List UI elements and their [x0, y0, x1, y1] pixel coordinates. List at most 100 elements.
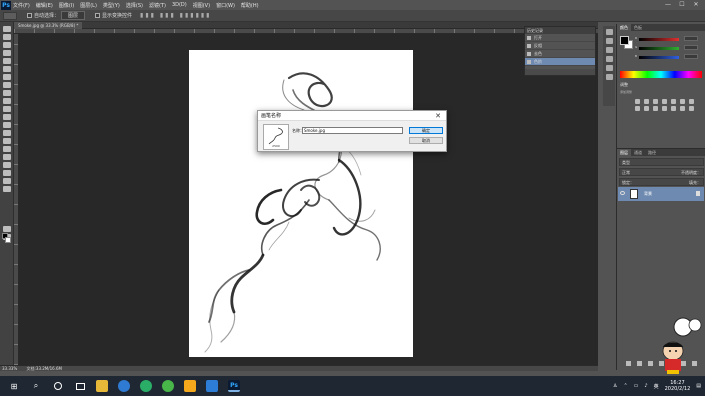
quick-select-tool-icon[interactable] [2, 50, 11, 56]
photoshop-taskbar-icon[interactable]: Ps [226, 378, 242, 394]
add-mask-icon[interactable] [648, 361, 653, 366]
gradient-map-adjust-icon[interactable] [689, 106, 694, 111]
edit-toolbar-icon[interactable] [2, 186, 11, 192]
posterize-adjust-icon[interactable] [671, 106, 676, 111]
character-panel-icon[interactable] [605, 56, 613, 62]
blur-tool-icon[interactable] [2, 122, 11, 128]
fill-label[interactable]: 填充： [689, 179, 701, 186]
menu-window[interactable]: 窗口(W) [216, 2, 235, 9]
show-transform-checkbox[interactable] [95, 13, 101, 18]
blue-value-field[interactable] [684, 54, 698, 59]
foreground-color-chip[interactable] [620, 36, 629, 45]
history-item-selected[interactable]: 色阶 [525, 58, 595, 66]
history-item[interactable]: 反相 [525, 42, 595, 50]
properties-panel-icon[interactable] [605, 38, 613, 44]
store-app-icon[interactable] [204, 378, 220, 394]
green-value-field[interactable] [684, 45, 698, 50]
cancel-button[interactable]: 取消 [409, 137, 443, 144]
layer-background[interactable]: 背景 [618, 187, 704, 201]
quick-mask-icon[interactable] [2, 226, 11, 232]
move-tool-preset-button[interactable] [3, 11, 17, 20]
hand-tool-icon[interactable] [2, 170, 11, 176]
photo-filter-adjust-icon[interactable] [644, 106, 649, 111]
menu-select[interactable]: 选择(S) [126, 2, 143, 9]
wechat-icon[interactable] [138, 378, 154, 394]
red-value-field[interactable] [684, 36, 698, 41]
volume-icon[interactable]: ♪ [644, 383, 647, 389]
start-button[interactable]: ⊞ [6, 378, 22, 394]
pen-tool-icon[interactable] [2, 138, 11, 144]
people-icon[interactable]: ♙ [613, 383, 617, 389]
blue-slider[interactable] [639, 56, 679, 59]
ime-indicator[interactable]: 英 [654, 383, 659, 390]
taskbar-clock[interactable]: 16:27 2020/2/12 [665, 380, 691, 392]
color-balance-adjust-icon[interactable] [689, 99, 694, 104]
history-item[interactable]: 去色 [525, 50, 595, 58]
brush-name-input[interactable] [302, 127, 403, 134]
eyedropper-tool-icon[interactable] [2, 66, 11, 72]
eraser-tool-icon[interactable] [2, 106, 11, 112]
dialog-close-icon[interactable]: ✕ [435, 111, 441, 121]
cortana-icon[interactable] [50, 378, 66, 394]
lasso-tool-icon[interactable] [2, 42, 11, 48]
zoom-tool-icon[interactable] [2, 178, 11, 184]
network-icon[interactable]: ▭ [634, 383, 639, 389]
show-hidden-icons[interactable]: ⌃ [623, 383, 627, 389]
layer-style-icon[interactable] [637, 361, 642, 366]
auto-select-checkbox[interactable] [27, 13, 32, 18]
menu-file[interactable]: 文件(F) [13, 2, 30, 9]
type-tool-icon[interactable] [2, 146, 11, 152]
history-panel-icon[interactable] [605, 29, 613, 35]
brush-tool-icon[interactable] [2, 82, 11, 88]
menu-edit[interactable]: 编辑(E) [36, 2, 53, 9]
curves-adjust-icon[interactable] [653, 99, 658, 104]
vibrance-adjust-icon[interactable] [671, 99, 676, 104]
paragraph-panel-icon[interactable] [605, 65, 613, 71]
notification-icon[interactable]: ▤ [696, 383, 701, 389]
menu-help[interactable]: 帮助(H) [241, 2, 259, 9]
maximize-button[interactable]: ☐ [675, 0, 689, 10]
tab-layers[interactable]: 图层 [617, 149, 631, 156]
tab-paths[interactable]: 路径 [645, 149, 659, 156]
invert-adjust-icon[interactable] [662, 106, 667, 111]
move-tool-icon[interactable] [2, 26, 11, 32]
green-app-icon[interactable] [160, 378, 176, 394]
visibility-eye-icon[interactable] [620, 191, 625, 195]
path-select-tool-icon[interactable] [2, 154, 11, 160]
history-brush-tool-icon[interactable] [2, 98, 11, 104]
document-info[interactable]: 文档:33.2M/16.6M [27, 366, 62, 371]
align-buttons-group[interactable]: ▮▮▮ ▮▮▮ ▮▮▮▮▮▮ [140, 12, 211, 19]
menu-3d[interactable]: 3D(D) [172, 2, 187, 8]
menu-type[interactable]: 类型(Y) [103, 2, 120, 9]
browser-app-icon[interactable] [116, 378, 132, 394]
marquee-tool-icon[interactable] [2, 34, 11, 40]
tab-channels[interactable]: 通道 [631, 149, 645, 156]
channel-mixer-adjust-icon[interactable] [653, 106, 658, 111]
hue-adjust-icon[interactable] [680, 99, 685, 104]
clone-stamp-tool-icon[interactable] [2, 90, 11, 96]
info-panel-icon[interactable] [605, 74, 613, 80]
healing-brush-tool-icon[interactable] [2, 74, 11, 80]
color-spectrum-bar[interactable] [620, 71, 702, 78]
menu-view[interactable]: 视图(V) [193, 2, 210, 9]
exposure-adjust-icon[interactable] [662, 99, 667, 104]
layer-kind-filter[interactable]: 类型 [619, 158, 704, 166]
zoom-readout[interactable]: 33.33% [2, 366, 17, 371]
dodge-tool-icon[interactable] [2, 130, 11, 136]
bw-adjust-icon[interactable] [635, 106, 640, 111]
file-explorer-icon[interactable] [94, 378, 110, 394]
document-canvas[interactable] [189, 50, 413, 357]
auto-select-dropdown[interactable]: 图层 [61, 11, 86, 20]
opacity-label[interactable]: 不透明度： [681, 169, 701, 176]
green-slider[interactable] [639, 47, 679, 50]
menu-image[interactable]: 图像(I) [59, 2, 74, 9]
ok-button[interactable]: 确定 [409, 127, 443, 134]
task-view-icon[interactable] [72, 378, 88, 394]
minimize-button[interactable]: — [661, 0, 675, 10]
search-icon[interactable]: ⌕ [28, 378, 44, 394]
tab-color[interactable]: 颜色 [617, 24, 631, 31]
brightness-adjust-icon[interactable] [635, 99, 640, 104]
document-tab[interactable]: Smoke.jpg @ 33.3% (RGB/8) * [14, 22, 83, 29]
menu-filter[interactable]: 滤镜(T) [149, 2, 166, 9]
close-window-button[interactable]: ✕ [689, 0, 703, 10]
